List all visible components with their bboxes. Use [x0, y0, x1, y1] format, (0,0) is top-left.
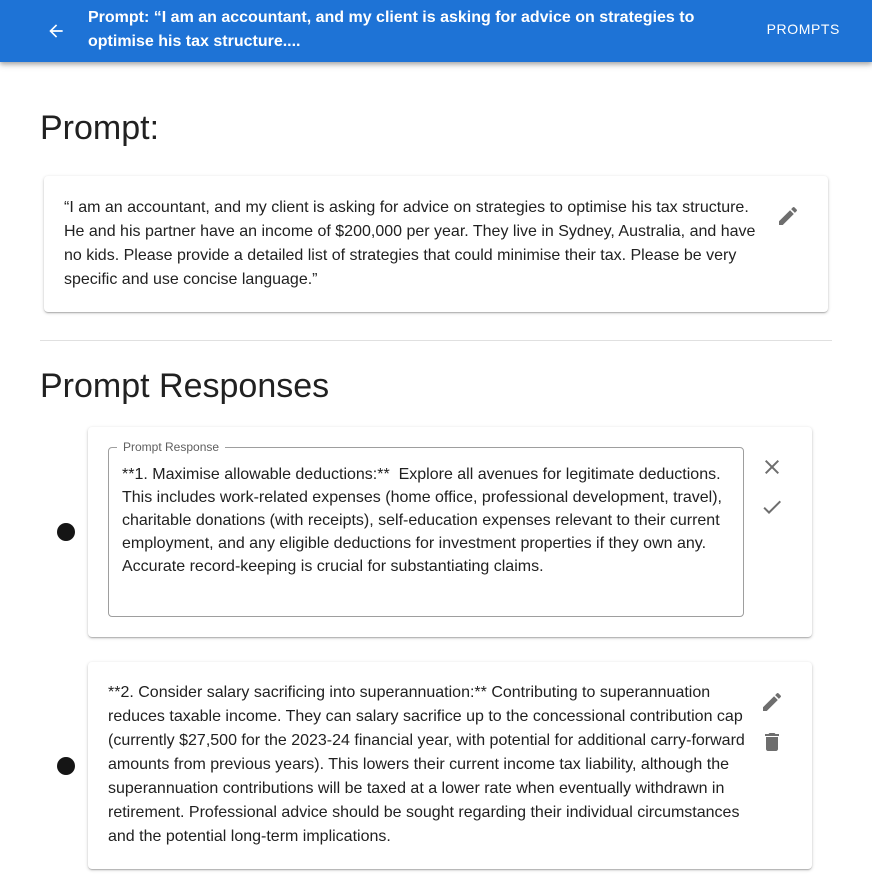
- pencil-icon: [779, 206, 798, 225]
- responses-heading: Prompt Responses: [40, 367, 330, 405]
- prompt-text: “I am an accountant, and my client is as…: [64, 199, 760, 288]
- prompts-link[interactable]: PROMPTS: [767, 21, 840, 37]
- section-divider: [40, 340, 832, 341]
- save-edit-button[interactable]: [756, 491, 788, 523]
- response-textarea[interactable]: **1. Maximise allowable deductions:** Ex…: [122, 463, 734, 611]
- cancel-edit-button[interactable]: [756, 451, 788, 483]
- arrow-back-icon: [49, 24, 63, 38]
- page-title: Prompt: “I am an accountant, and my clie…: [88, 9, 695, 50]
- response-bullet: [57, 757, 75, 775]
- response-card-editing: Prompt Response **1. Maximise allowable …: [88, 427, 812, 637]
- edit-prompt-button[interactable]: [772, 200, 804, 232]
- prompt-heading: Prompt:: [40, 109, 160, 147]
- response-text: **2. Consider salary sacrificing into su…: [108, 684, 750, 845]
- back-button[interactable]: [40, 15, 72, 47]
- check-icon: [763, 500, 781, 514]
- response-field-label: Prompt Response: [117, 439, 226, 455]
- pencil-icon: [763, 692, 782, 711]
- trash-icon: [765, 733, 779, 751]
- response-card: **2. Consider salary sacrificing into su…: [88, 662, 812, 869]
- close-icon: [765, 460, 779, 474]
- delete-response-button[interactable]: [756, 726, 788, 758]
- prompt-card: “I am an accountant, and my client is as…: [44, 176, 828, 312]
- response-field: Prompt Response **1. Maximise allowable …: [108, 439, 744, 617]
- response-bullet: [57, 523, 75, 541]
- edit-response-button[interactable]: [756, 686, 788, 718]
- app-bar: Prompt: “I am an accountant, and my clie…: [0, 0, 872, 62]
